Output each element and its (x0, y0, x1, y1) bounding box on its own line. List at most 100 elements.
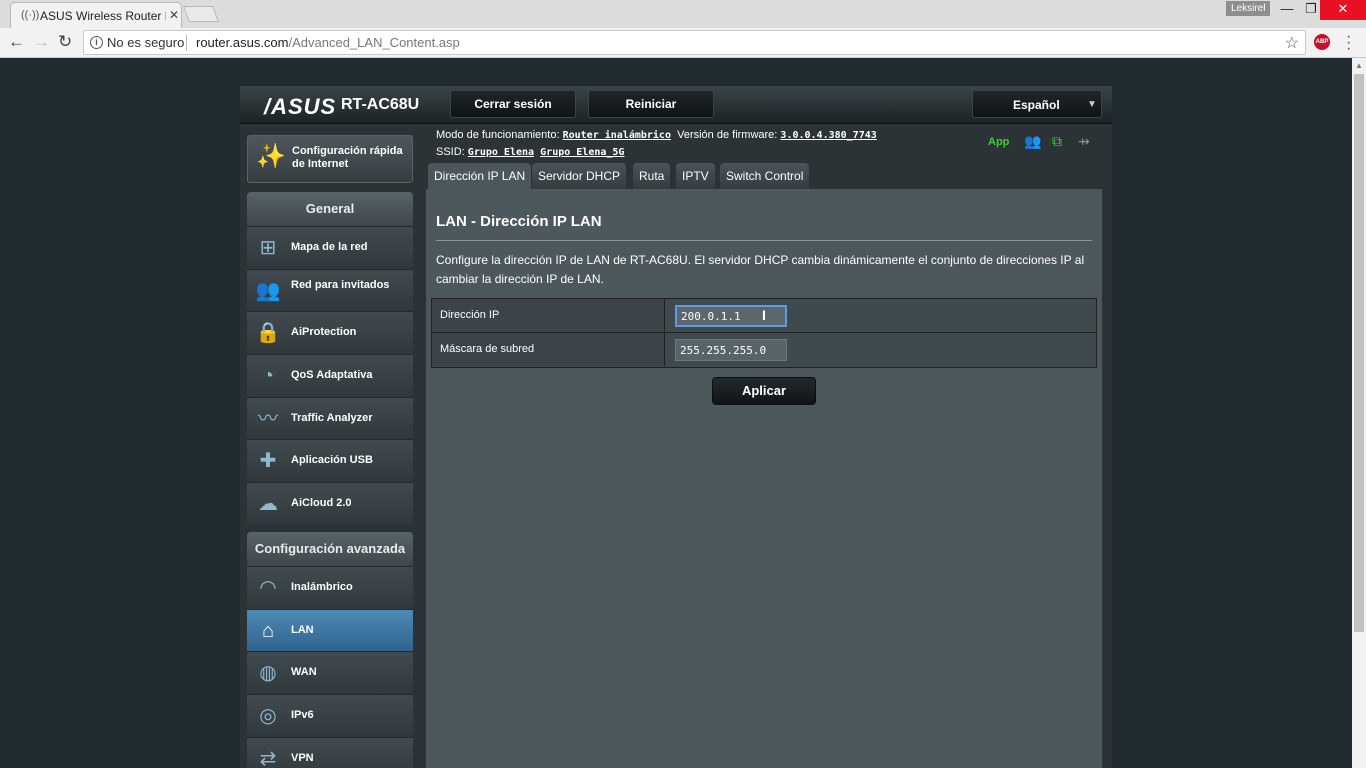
sidebar-item-label: Aplicación USB (291, 454, 373, 467)
browser-tab[interactable]: ((·)) ASUS Wireless Router RT ✕ (10, 2, 182, 28)
apply-button[interactable]: Aplicar (712, 377, 816, 405)
sidebar-item-label: AiProtection (291, 326, 357, 339)
browser-tab-strip: ((·)) ASUS Wireless Router RT ✕ Leksirel… (0, 0, 1366, 28)
router-header: /ASUS RT-AC68U Cerrar sesión Reiniciar E… (240, 86, 1112, 124)
cloud-house-icon: ☁ (258, 493, 278, 516)
sidebar-item-aicloud[interactable]: ☁ AiCloud 2.0 (247, 482, 413, 525)
browser-toolbar: ← → ↻ i No es seguro router.asus.com/Adv… (0, 28, 1366, 58)
vpn-icon: ⇄ (259, 747, 277, 768)
router-model: RT-AC68U (341, 96, 420, 113)
quick-setup-label: Configuración rápida de Internet (292, 145, 403, 170)
magic-wand-icon: ✨ (256, 143, 286, 170)
text-cursor-icon: I (762, 307, 766, 323)
sidebar-item-label: AiCloud 2.0 (291, 497, 352, 510)
sidebar-item-label: IPv6 (291, 709, 314, 722)
language-value: Español (1013, 98, 1060, 112)
main-content: LAN - Dirección IP LAN Configure la dire… (426, 189, 1102, 768)
sidebar-item-traffic-analyzer[interactable]: 〰 Traffic Analyzer (247, 396, 413, 440)
tab-lan-ip[interactable]: Dirección IP LAN (428, 163, 532, 189)
form-row: Dirección IP I (432, 299, 1096, 333)
sidebar-item-network-map[interactable]: ⊞ Mapa de la red (247, 226, 413, 269)
operation-mode-link[interactable]: Router inalámbrico (563, 130, 671, 141)
lan-ip-form: Dirección IP I Máscara de subred (431, 298, 1097, 368)
router-admin-panel: /ASUS RT-AC68U Cerrar sesión Reiniciar E… (240, 86, 1112, 768)
ssid-link-1[interactable]: Grupo Elena (468, 147, 534, 158)
reload-icon[interactable]: ↻ (58, 33, 72, 51)
browser-menu-icon[interactable]: · · · (1346, 29, 1351, 57)
address-bar[interactable]: i No es seguro router.asus.com/Advanced_… (83, 30, 1306, 55)
status-info: Modo de funcionamiento: Router inalámbri… (436, 127, 877, 161)
sidebar-item-vpn[interactable]: ⇄ VPN (247, 736, 413, 768)
tab-switch-control[interactable]: Switch Control (720, 163, 810, 189)
sidebar-item-label: WAN (291, 666, 317, 679)
quick-internet-setup-button[interactable]: ✨ Configuración rápida de Internet (247, 135, 413, 183)
ip-address-input[interactable] (675, 305, 787, 327)
sidebar-item-label: VPN (291, 751, 314, 764)
home-icon: ⌂ (261, 619, 275, 642)
ip-address-label: Dirección IP (432, 299, 665, 332)
forward-icon[interactable]: → (33, 33, 50, 51)
divider (436, 240, 1092, 241)
page-scrollbar[interactable]: ▲ (1352, 58, 1366, 768)
url-text[interactable]: router.asus.com/Advanced_LAN_Content.asp (196, 35, 460, 50)
bookmark-star-icon[interactable]: ☆ (1285, 33, 1299, 53)
scroll-up-icon[interactable]: ▲ (1355, 61, 1363, 70)
close-tab-icon[interactable]: ✕ (169, 8, 179, 22)
sidebar-item-label: Mapa de la red (291, 241, 368, 253)
scroll-thumb[interactable] (1354, 74, 1364, 632)
traffic-graph-icon: 〰 (258, 407, 278, 430)
globe-icon: ◍ (259, 662, 277, 685)
profile-button[interactable]: Leksirel (1226, 1, 1271, 16)
sidebar-general-title: General (247, 192, 413, 226)
language-select[interactable]: Español ▼ (972, 90, 1102, 118)
sidebar-item-lan[interactable]: ⌂ LAN (247, 608, 413, 652)
browser-tab-title: ASUS Wireless Router RT (40, 9, 166, 23)
firmware-label: Versión de firmware: (677, 129, 778, 141)
sidebar-item-label: Traffic Analyzer (291, 411, 373, 424)
divider (186, 35, 187, 51)
speedometer-icon: ◔ (261, 365, 275, 388)
firmware-link[interactable]: 3.0.0.4.380_7743 (780, 130, 876, 141)
sidebar-item-label: LAN (291, 623, 314, 636)
form-row: Máscara de subred (432, 333, 1096, 367)
ssid-link-2[interactable]: Grupo Elena_5G (540, 147, 624, 158)
sidebar-item-wan[interactable]: ◍ WAN (247, 651, 413, 695)
back-icon[interactable]: ← (8, 33, 25, 51)
sidebar-general: General ⊞ Mapa de la red 👥 Red para invi… (247, 192, 413, 525)
reboot-button[interactable]: Reiniciar (588, 90, 714, 118)
tab-route[interactable]: Ruta (633, 163, 671, 189)
tab-dhcp-server[interactable]: Servidor DHCP (532, 163, 627, 189)
page-description: Configure la dirección IP de LAN de RT-A… (436, 253, 1085, 286)
sidebar-item-ipv6[interactable]: ◎ IPv6 (247, 694, 413, 737)
sidebar-item-guest-network[interactable]: 👥 Red para invitados (247, 268, 413, 312)
page-title: LAN - Dirección IP LAN (436, 213, 602, 230)
subnet-mask-input[interactable] (675, 339, 787, 361)
network-status-icon[interactable]: ⧉ (1052, 133, 1062, 150)
sidebar-item-adaptive-qos[interactable]: ◔ QoS Adaptativa (247, 354, 413, 397)
ipv6-globe-icon: ◎ (259, 705, 277, 728)
sidebar-item-label: QoS Adaptativa (291, 369, 373, 382)
sidebar-item-usb-application[interactable]: ✚ Aplicación USB (247, 439, 413, 483)
sidebar-advanced: Configuración avanzada ◠ Inalámbrico ⌂ L… (247, 532, 413, 768)
clients-icon[interactable]: 👥 (1024, 133, 1041, 150)
chevron-down-icon: ▼ (1087, 99, 1097, 110)
logout-button[interactable]: Cerrar sesión (450, 90, 576, 118)
usb-icon[interactable]: ⇸ (1078, 133, 1090, 150)
adblock-extension-icon[interactable]: ABP (1314, 34, 1330, 50)
close-window-icon[interactable]: ✕ (1320, 0, 1366, 20)
sidebar-item-aiprotection[interactable]: 🔒 AiProtection (247, 311, 413, 355)
sidebar-item-label: Inalámbrico (291, 581, 353, 593)
asus-logo[interactable]: /ASUS (264, 94, 336, 120)
app-link[interactable]: App (988, 136, 1009, 148)
tab-iptv[interactable]: IPTV (676, 163, 715, 189)
new-tab-button[interactable] (183, 6, 219, 22)
sidebar-item-wireless[interactable]: ◠ Inalámbrico (247, 566, 413, 609)
guest-network-icon: 👥 (255, 279, 281, 302)
wifi-icon: ◠ (259, 577, 277, 599)
security-label[interactable]: No es seguro (107, 35, 184, 50)
subnet-mask-label: Máscara de subred (432, 333, 665, 366)
info-icon[interactable]: i (90, 36, 103, 49)
sidebar-advanced-title: Configuración avanzada (247, 532, 413, 566)
sidebar-item-label: Red para invitados (291, 278, 390, 291)
operation-mode-label: Modo de funcionamiento: (436, 129, 560, 141)
